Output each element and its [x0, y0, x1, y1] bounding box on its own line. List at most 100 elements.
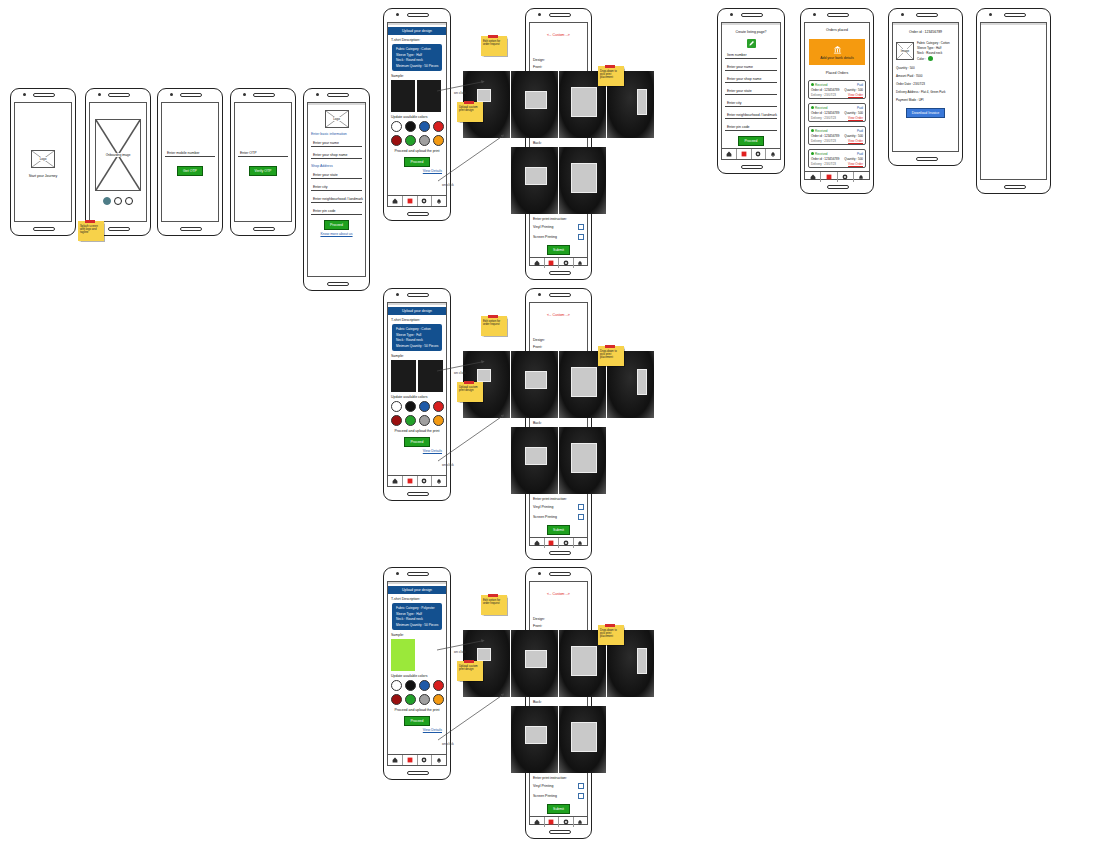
pager-dot[interactable] — [103, 197, 111, 205]
color-swatch[interactable] — [405, 135, 416, 146]
color-swatch[interactable] — [433, 680, 444, 691]
input-field[interactable]: Enter mobile number — [165, 149, 215, 157]
color-swatch[interactable] — [405, 694, 416, 705]
nav-item[interactable] — [403, 196, 418, 206]
input-field[interactable]: Enter your state — [725, 87, 777, 95]
view-order-link[interactable]: View Order — [848, 93, 863, 97]
proceed-button[interactable]: Proceed — [324, 220, 349, 230]
color-swatch[interactable] — [433, 121, 444, 132]
order-card[interactable]: ReceivedPaid Order id : 123456789Quantit… — [808, 103, 866, 122]
nav-item[interactable] — [388, 755, 403, 765]
color-swatch[interactable] — [419, 680, 430, 691]
input-field[interactable]: Enter pin code — [311, 207, 362, 215]
nav-item[interactable] — [559, 538, 574, 548]
input-field[interactable]: Enter neighbourhood / landmark — [311, 195, 362, 203]
about-link[interactable]: Know more about us — [320, 232, 352, 236]
color-swatch[interactable] — [419, 415, 430, 426]
nav-item[interactable] — [545, 817, 560, 827]
submit-button[interactable]: Submit — [547, 804, 570, 814]
color-swatch[interactable] — [405, 401, 416, 412]
nav-item[interactable] — [418, 196, 433, 206]
checkbox[interactable] — [578, 514, 584, 520]
nav-item[interactable] — [388, 196, 403, 206]
order-card[interactable]: ReceivedPaid Order id : 123456789Quantit… — [808, 126, 866, 145]
nav-item[interactable] — [766, 149, 780, 159]
proceed-button[interactable]: Proceed — [738, 136, 763, 146]
nav-item[interactable] — [737, 149, 752, 159]
input-field[interactable]: Enter your shop name — [311, 151, 362, 159]
checkbox[interactable] — [578, 234, 584, 240]
checkbox[interactable] — [578, 504, 584, 510]
submit-button[interactable]: Submit — [547, 245, 570, 255]
nav-item[interactable] — [838, 172, 854, 182]
nav-item[interactable] — [559, 817, 574, 827]
input-field[interactable]: Enter your name — [725, 63, 777, 71]
nav-item[interactable] — [418, 476, 433, 486]
proceed-button[interactable]: Proceed — [404, 157, 429, 167]
color-swatch[interactable] — [405, 415, 416, 426]
input-field[interactable]: Item number — [725, 51, 777, 59]
nav-item[interactable] — [432, 476, 446, 486]
details-link[interactable]: View Details — [423, 169, 442, 173]
details-link[interactable]: View Details — [423, 728, 442, 732]
color-swatch[interactable] — [391, 680, 402, 691]
nav-item[interactable] — [432, 755, 446, 765]
nav-item[interactable] — [821, 172, 837, 182]
order-card[interactable]: ReceivedPaid Order id : 123456789Quantit… — [808, 149, 866, 168]
color-swatch[interactable] — [391, 121, 402, 132]
color-swatch[interactable] — [405, 680, 416, 691]
print-option[interactable]: Screen Printing — [530, 233, 587, 241]
input-field[interactable]: Enter your name — [311, 139, 362, 147]
input-field[interactable]: Enter your shop name — [725, 75, 777, 83]
bank-banner[interactable]: Add your bank details — [809, 39, 865, 65]
input-field[interactable]: Enter city — [311, 183, 362, 191]
nav-item[interactable] — [574, 258, 588, 268]
color-swatch[interactable] — [433, 415, 444, 426]
nav-item[interactable] — [388, 476, 403, 486]
nav-item[interactable] — [530, 538, 545, 548]
color-swatch[interactable] — [391, 415, 402, 426]
input-field[interactable]: Enter neighbourhood / landmark — [725, 111, 777, 119]
print-option[interactable]: Vinyl Printing — [530, 782, 587, 790]
nav-item[interactable] — [432, 196, 446, 206]
nav-item[interactable] — [403, 476, 418, 486]
nav-item[interactable] — [545, 258, 560, 268]
nav-item[interactable] — [403, 755, 418, 765]
checkbox[interactable] — [578, 224, 584, 230]
input-field[interactable]: Enter pin code — [725, 123, 777, 131]
print-option[interactable]: Screen Printing — [530, 513, 587, 521]
pager-dot[interactable] — [114, 197, 122, 205]
nav-item[interactable] — [574, 817, 588, 827]
order-card[interactable]: ReceivedPaid Order id : 123456789Quantit… — [808, 80, 866, 99]
nav-item[interactable] — [805, 172, 821, 182]
pencil-icon[interactable] — [747, 39, 756, 48]
color-swatch[interactable] — [391, 401, 402, 412]
details-link[interactable]: View Details — [423, 449, 442, 453]
input-field[interactable]: Enter OTP — [238, 149, 288, 157]
nav-item[interactable] — [854, 172, 869, 182]
nav-item[interactable] — [574, 538, 588, 548]
nav-item[interactable] — [418, 755, 433, 765]
color-swatch[interactable] — [391, 694, 402, 705]
view-order-link[interactable]: View Order — [848, 162, 863, 166]
color-swatch[interactable] — [419, 135, 430, 146]
submit-button[interactable]: Get OTP — [177, 166, 203, 176]
nav-item[interactable] — [530, 817, 545, 827]
nav-item[interactable] — [559, 258, 574, 268]
nav-item[interactable] — [722, 149, 737, 159]
color-swatch[interactable] — [419, 401, 430, 412]
color-swatch[interactable] — [405, 121, 416, 132]
view-order-link[interactable]: View Order — [848, 116, 863, 120]
submit-button[interactable]: Verify OTP — [249, 166, 278, 176]
nav-item[interactable] — [752, 149, 767, 159]
input-field[interactable]: Enter city — [725, 99, 777, 107]
checkbox[interactable] — [578, 793, 584, 799]
print-option[interactable]: Vinyl Printing — [530, 503, 587, 511]
color-swatch[interactable] — [391, 135, 402, 146]
proceed-button[interactable]: Proceed — [404, 716, 429, 726]
checkbox[interactable] — [578, 783, 584, 789]
nav-item[interactable] — [530, 258, 545, 268]
color-swatch[interactable] — [419, 694, 430, 705]
nav-item[interactable] — [545, 538, 560, 548]
pager-dot[interactable] — [125, 197, 133, 205]
